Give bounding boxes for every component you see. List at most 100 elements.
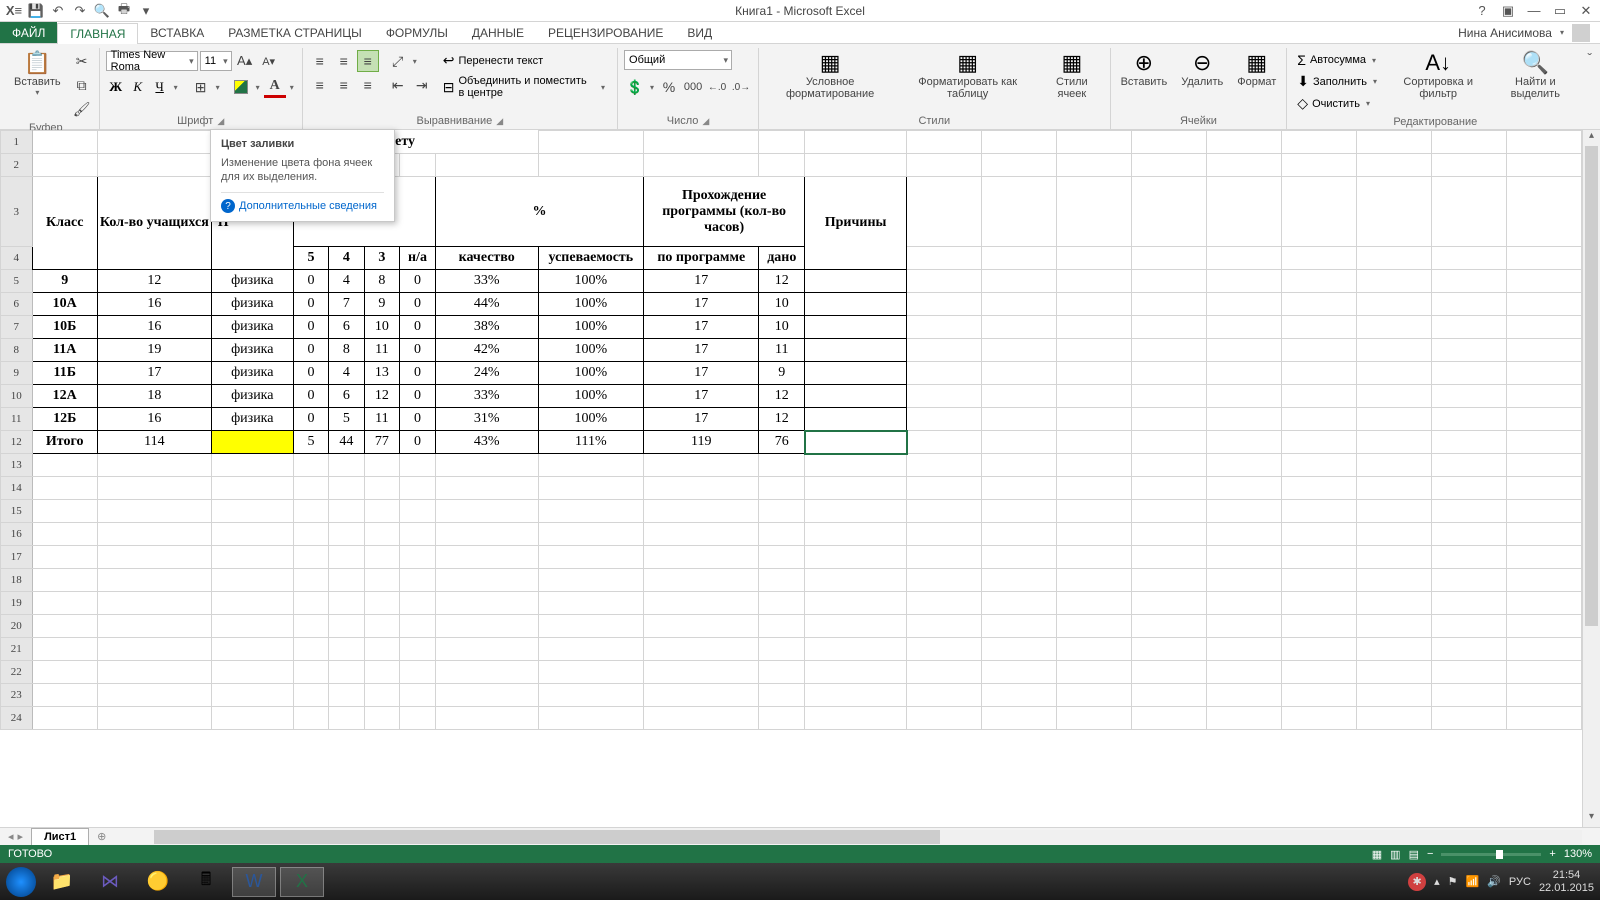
row-header[interactable]: 17 [1,546,33,569]
row-header[interactable]: 23 [1,684,33,707]
copy-button[interactable]: ⧉ [71,74,93,96]
tab-view[interactable]: ВИД [675,22,724,43]
align-left-button[interactable]: ≡ [309,74,331,96]
horizontal-scrollbar[interactable] [154,830,1582,844]
row-header[interactable]: 21 [1,638,33,661]
row-header[interactable]: 14 [1,477,33,500]
row-header[interactable]: 16 [1,523,33,546]
zoom-in-icon[interactable]: + [1549,848,1555,860]
decrease-decimal-button[interactable]: .0→ [730,76,752,98]
delete-cells-button[interactable]: ⊖Удалить [1177,50,1227,90]
row-header[interactable]: 11 [1,408,33,431]
format-cells-button[interactable]: ▦Формат [1233,50,1280,90]
tab-formulas[interactable]: ФОРМУЛЫ [374,22,460,43]
row-header[interactable]: 13 [1,454,33,477]
alignment-launcher-icon[interactable]: ◢ [496,116,503,127]
sheet-next-icon[interactable]: ▸ [18,830,24,843]
paste-button[interactable]: 📋 Вставить ▾ [10,50,65,99]
cell-styles-button[interactable]: ▦Стили ячеек [1040,50,1103,102]
font-launcher-icon[interactable]: ◢ [217,116,224,127]
page-break-view-icon[interactable]: ▤ [1409,848,1419,861]
tray-action-center-icon[interactable]: ⚑ [1448,875,1458,888]
underline-dropdown-icon[interactable]: ▾ [172,83,180,92]
format-as-table-button[interactable]: ▦Форматировать как таблицу [901,50,1034,102]
accounting-dropdown-icon[interactable]: ▾ [648,83,656,92]
font-color-button[interactable]: А [264,76,286,98]
minimize-icon[interactable]: — [1526,3,1542,19]
grid[interactable]: 1Отчет по предмету23КлассКол-во учащихся… [0,130,1582,827]
row-header[interactable]: 3 [1,177,33,247]
tab-file[interactable]: ФАЙЛ [0,22,57,43]
zoom-level[interactable]: 130% [1564,848,1592,860]
font-size-combo[interactable]: 11 [200,51,232,71]
cut-button[interactable]: ✂ [71,50,93,72]
row-header[interactable]: 4 [1,247,33,270]
number-format-combo[interactable]: Общий [624,50,732,70]
sheet-prev-icon[interactable]: ◂ [8,830,14,843]
autosum-button[interactable]: ΣАвтосумма▾ [1293,50,1383,70]
tray-notification-icon[interactable]: ✱ [1408,873,1426,891]
row-header[interactable]: 12 [1,431,33,454]
tooltip-more-info-link[interactable]: ?Дополнительные сведения [221,192,384,213]
vertical-scrollbar[interactable]: ▴ ▾ [1582,130,1600,827]
maximize-icon[interactable]: ▭ [1552,3,1568,19]
fill-button[interactable]: ⬇Заполнить▾ [1293,71,1383,92]
row-header[interactable]: 24 [1,707,33,730]
taskbar-visualstudio[interactable]: ⋈ [88,867,132,897]
borders-button[interactable]: ⊞ [190,76,212,98]
align-middle-button[interactable]: ≡ [333,50,355,72]
row-header[interactable]: 22 [1,661,33,684]
tray-clock[interactable]: 21:54 22.01.2015 [1539,869,1594,895]
normal-view-icon[interactable]: ▦ [1372,848,1382,861]
undo-icon[interactable]: ↶ [50,3,66,19]
tab-review[interactable]: РЕЦЕНЗИРОВАНИЕ [536,22,675,43]
font-name-combo[interactable]: Times New Roma [106,51,198,71]
accounting-format-button[interactable]: 💲 [624,76,646,98]
align-top-button[interactable]: ≡ [309,50,331,72]
increase-indent-button[interactable]: ⇥ [411,74,433,96]
percent-format-button[interactable]: % [658,76,680,98]
sheet-nav[interactable]: ◂▸ [0,830,31,843]
fill-color-button[interactable] [230,76,252,98]
qat-customize-icon[interactable]: ▾ [138,3,154,19]
tray-expand-icon[interactable]: ▴ [1434,875,1440,888]
zoom-slider[interactable] [1441,853,1541,856]
taskbar-word[interactable]: W [232,867,276,897]
taskbar-chrome[interactable]: 🟡 [136,867,180,897]
align-right-button[interactable]: ≡ [357,74,379,96]
taskbar-explorer[interactable]: 📁 [40,867,84,897]
format-painter-button[interactable]: 🖌 [71,98,93,120]
tab-insert[interactable]: ВСТАВКА [138,22,216,43]
save-icon[interactable]: 💾 [28,3,44,19]
find-select-button[interactable]: 🔍Найти и выделить [1493,50,1577,102]
row-header[interactable]: 8 [1,339,33,362]
increase-decimal-button[interactable]: ←.0 [706,76,728,98]
row-header[interactable]: 10 [1,385,33,408]
worksheet[interactable]: 1Отчет по предмету23КлассКол-во учащихся… [0,130,1600,827]
bold-button[interactable]: Ж [106,77,126,97]
clear-button[interactable]: ◇Очистить▾ [1293,93,1383,114]
hscroll-thumb[interactable] [154,830,939,844]
row-header[interactable]: 20 [1,615,33,638]
borders-dropdown-icon[interactable]: ▾ [214,83,222,92]
row-header[interactable]: 19 [1,592,33,615]
number-launcher-icon[interactable]: ◢ [702,116,709,127]
scrollbar-thumb[interactable] [1585,146,1598,626]
tray-language[interactable]: РУС [1509,876,1531,888]
italic-button[interactable]: К [128,77,148,97]
add-sheet-button[interactable]: ⊕ [89,830,114,843]
merge-center-button[interactable]: ⊟Объединить и поместить в центре▾ [439,73,611,101]
grow-font-button[interactable]: A▴ [234,50,256,72]
taskbar-excel[interactable]: X [280,867,324,897]
zoom-out-icon[interactable]: − [1427,848,1433,860]
scroll-up-icon[interactable]: ▴ [1583,130,1600,146]
tab-data[interactable]: ДАННЫЕ [460,22,536,43]
row-header[interactable]: 9 [1,362,33,385]
start-button[interactable] [6,867,36,897]
help-icon[interactable]: ? [1474,3,1490,19]
print-preview-icon[interactable]: 🔍 [94,3,110,19]
align-center-button[interactable]: ≡ [333,74,355,96]
underline-button[interactable]: Ч [150,77,170,97]
tab-home[interactable]: ГЛАВНАЯ [57,23,138,44]
insert-cells-button[interactable]: ⊕Вставить [1117,50,1172,90]
